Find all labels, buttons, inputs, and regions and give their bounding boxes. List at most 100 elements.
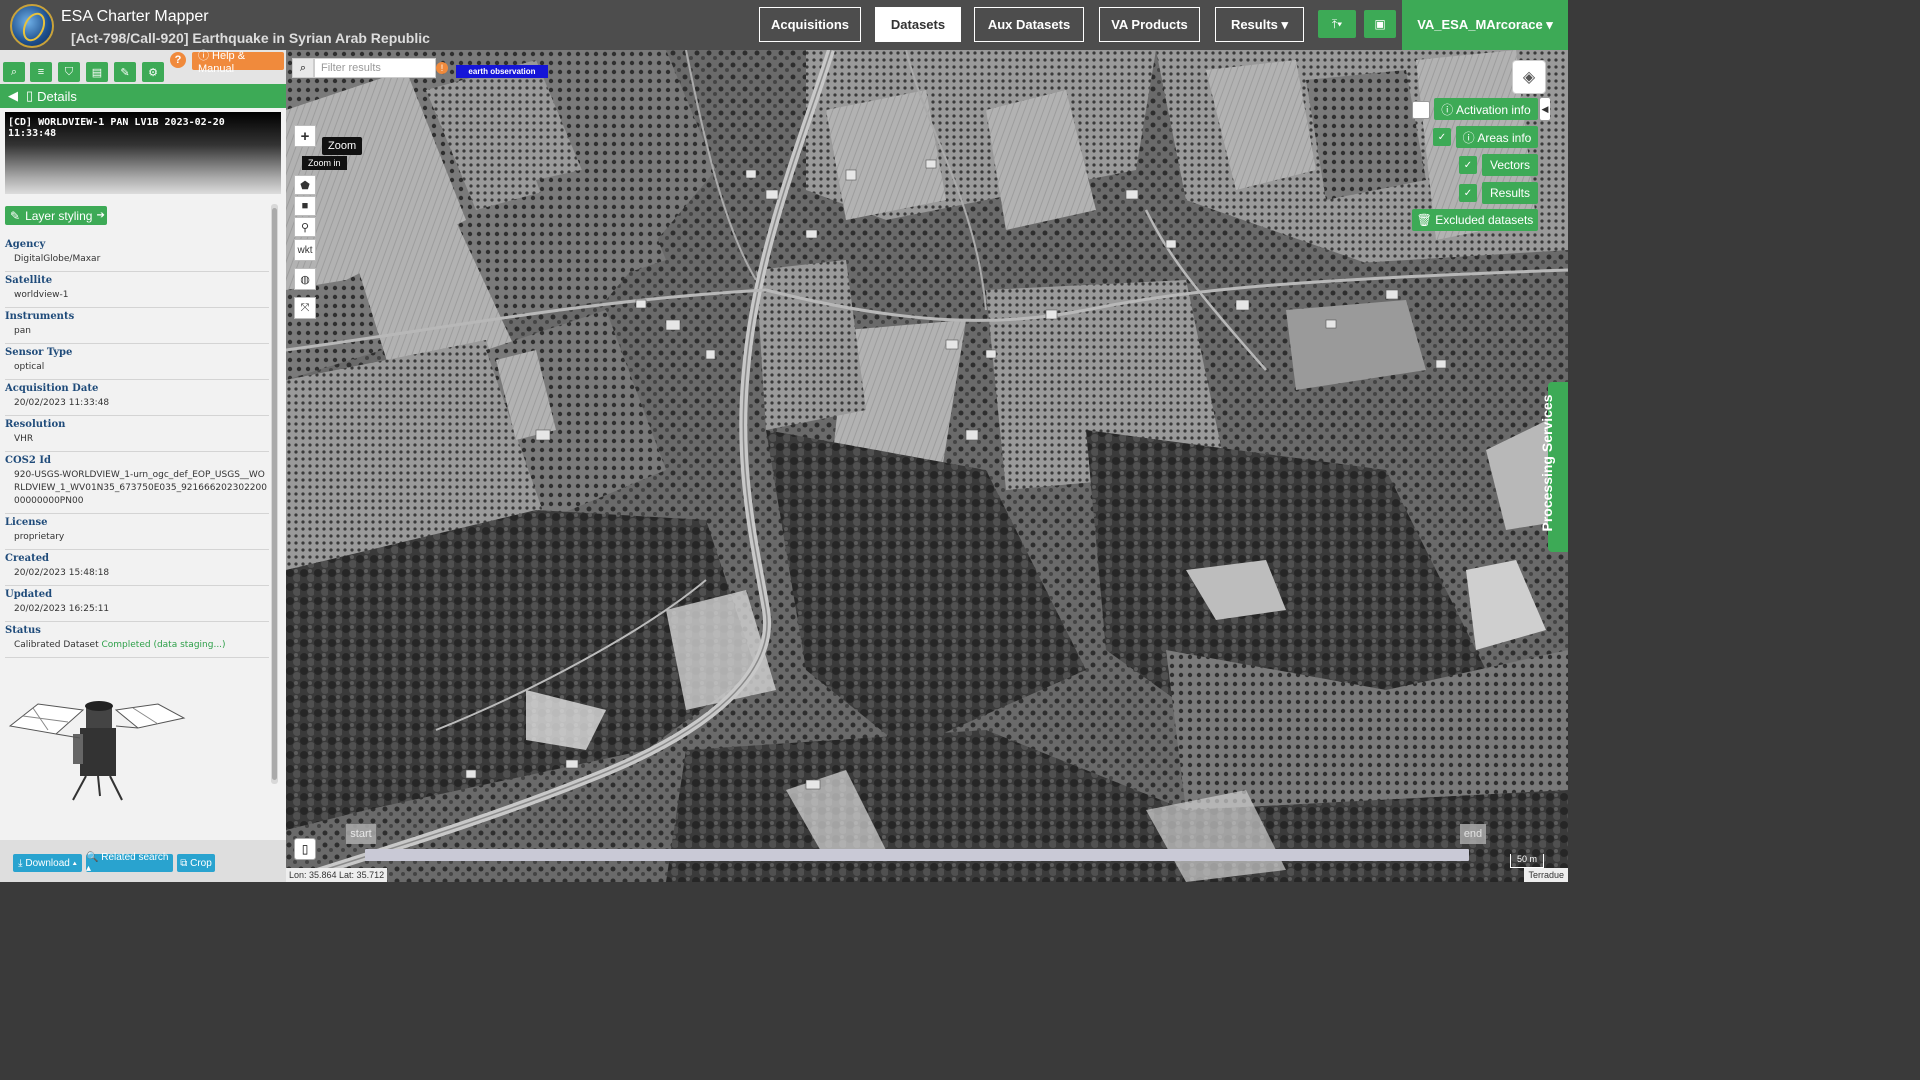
briefcase-icon: ▣: [1374, 17, 1386, 31]
layer-styling-button[interactable]: ✎ Layer styling ➔: [5, 206, 107, 225]
upload-icon: ⤒▾: [1331, 16, 1343, 31]
results-check[interactable]: ✓: [1459, 184, 1477, 202]
property-row: Status Calibrated Dataset Completed (data…: [5, 622, 269, 658]
chevron-left-icon[interactable]: ◀: [8, 88, 18, 104]
status-badge: Completed (data staging...): [101, 640, 226, 650]
areas-info-check[interactable]: ✓: [1433, 128, 1451, 146]
layer-styling-label: Layer styling: [25, 208, 93, 223]
activation-title: [Act-798/Call-920] Earthquake in Syrian …: [71, 30, 430, 46]
details-label: Details: [37, 88, 77, 104]
app-logo[interactable]: [10, 4, 54, 48]
layers-icon[interactable]: ◈: [1512, 60, 1546, 94]
upload-button[interactable]: ⤒▾: [1318, 10, 1356, 38]
zoom-in-button[interactable]: +: [294, 125, 316, 147]
property-key: Satellite: [5, 275, 53, 286]
panel-toolbar: ⌕ ≡ ⛉ ▤ ✎ ⚙ ? ⓘ Help & Manual: [0, 50, 286, 84]
wkt-button[interactable]: wkt: [294, 239, 316, 261]
top-header: ESA Charter Mapper [Act-798/Call-920] Ea…: [0, 0, 1568, 50]
help-manual-button[interactable]: ⓘ Help & Manual: [192, 50, 284, 75]
related-search-button[interactable]: 🔍 Related search ▴: [86, 852, 173, 874]
activation-info-button[interactable]: ⓘ Activation info: [1434, 98, 1538, 120]
property-row: Sensor Type optical: [5, 344, 269, 380]
property-value: DigitalGlobe/Maxar: [14, 254, 101, 264]
nav-datasets[interactable]: Datasets: [875, 7, 961, 42]
filter-alert-icon[interactable]: !: [436, 62, 448, 74]
filter-search-icon[interactable]: ⌕: [292, 58, 314, 78]
nav-acquisitions[interactable]: Acquisitions: [759, 7, 861, 42]
fullscreen-icon[interactable]: ⤧: [294, 297, 316, 319]
property-value: Calibrated Dataset Completed (data stagi…: [5, 639, 269, 652]
rectangle-icon[interactable]: ■: [294, 196, 316, 216]
nav-results[interactable]: Results ▾: [1215, 7, 1304, 42]
areas-info-button[interactable]: ⓘ Areas info: [1456, 126, 1538, 148]
legend-toggle-button[interactable]: ▯: [294, 838, 316, 860]
property-key: Agency: [5, 239, 46, 250]
property-key: COS2 Id: [5, 455, 52, 466]
filter-results-input[interactable]: Filter results: [314, 58, 436, 78]
property-row: Created 20/02/2023 15:48:18: [5, 550, 269, 586]
property-key: Acquisition Date: [5, 383, 99, 394]
processing-services-label: Processing Services: [1539, 394, 1555, 532]
help-question-button[interactable]: ?: [170, 52, 186, 68]
nav-va-products[interactable]: VA Products: [1099, 7, 1200, 42]
property-value: 20/02/2023 15:48:18: [14, 568, 110, 578]
list-icon[interactable]: ≡: [30, 62, 52, 82]
coordinates-readout: Lon: 35.864 Lat: 35.712: [286, 868, 388, 882]
satellite-imagery: [286, 50, 1568, 882]
basket-icon[interactable]: ⛉: [58, 62, 80, 82]
property-key: Updated: [5, 589, 53, 600]
marker-icon[interactable]: ⚲: [294, 217, 316, 237]
property-row: Instruments pan: [5, 308, 269, 344]
property-key: Status: [5, 625, 41, 636]
property-value: worldview-1: [14, 290, 69, 300]
crop-button[interactable]: ⧉ Crop: [177, 854, 215, 872]
preview-title: [CD] WORLDVIEW-1 PAN LV1B 2023-02-20 11:…: [8, 117, 225, 139]
excluded-datasets-button[interactable]: 🗑 Excluded datasets: [1412, 209, 1538, 231]
pencil-icon[interactable]: ✎: [114, 62, 136, 82]
polygon-icon[interactable]: ⬟: [294, 175, 316, 195]
vectors-button[interactable]: Vectors: [1482, 154, 1538, 176]
map-view[interactable]: ⌕ Filter results ! earth observation + Z…: [286, 50, 1568, 882]
archive-icon[interactable]: ▤: [86, 62, 108, 82]
status-text: Calibrated Dataset: [14, 640, 99, 650]
property-key: Created: [5, 553, 50, 564]
activation-info-checkbox[interactable]: [1412, 101, 1430, 119]
property-row: COS2 Id 920-USGS-WORLDVIEW_1-urn_ogc_def_…: [5, 452, 269, 514]
brush-icon: ✎: [10, 208, 21, 223]
property-value: VHR: [14, 434, 34, 444]
property-row: License proprietary: [5, 514, 269, 550]
nav-aux-datasets[interactable]: Aux Datasets: [974, 7, 1084, 42]
timeline-start-label: start: [346, 824, 376, 844]
chevron-left-icon[interactable]: ◀: [1540, 98, 1550, 120]
satellite-icon: [8, 701, 186, 801]
vectors-check[interactable]: ✓: [1459, 156, 1477, 174]
property-row: Agency DigitalGlobe/Maxar: [5, 236, 269, 272]
timeline-bar[interactable]: [365, 849, 1469, 861]
zoom-tooltip: Zoom: [322, 137, 363, 155]
property-value: 920-USGS-WORLDVIEW_1-urn_ogc_def_EOP_USG…: [14, 470, 267, 506]
property-row: Resolution VHR: [5, 416, 269, 452]
left-panel: ⌕ ≡ ⛉ ▤ ✎ ⚙ ? ⓘ Help & Manual ◀ ▯ Detail…: [0, 50, 286, 882]
app-root: ESA Charter Mapper [Act-798/Call-920] Ea…: [0, 0, 1568, 882]
property-key: Sensor Type: [5, 347, 73, 358]
property-value: proprietary: [14, 532, 65, 542]
tag-earth-observation[interactable]: earth observation: [456, 65, 548, 78]
download-button[interactable]: ⤓ Download ▴: [13, 854, 82, 872]
briefcase-button[interactable]: ▣: [1364, 10, 1396, 38]
zoom-in-tooltip: Zoom in: [302, 156, 347, 170]
scrollbar-thumb[interactable]: [272, 208, 277, 780]
details-header[interactable]: ◀ ▯ Details: [0, 84, 286, 108]
attribution: Terradue: [1524, 868, 1568, 882]
property-value: optical: [14, 362, 45, 372]
property-row: Updated 20/02/2023 16:25:11: [5, 586, 269, 622]
results-button[interactable]: Results: [1482, 182, 1538, 204]
timeline-end-label: end: [1460, 824, 1486, 844]
dataset-preview: [CD] WORLDVIEW-1 PAN LV1B 2023-02-20 11:…: [5, 112, 281, 194]
globe-icon[interactable]: ◍: [294, 268, 316, 290]
document-icon: ▯: [26, 88, 34, 103]
properties-list: Agency DigitalGlobe/Maxar Satellite worldv…: [5, 236, 269, 658]
gear-icon[interactable]: ⚙: [142, 62, 164, 82]
user-menu[interactable]: VA_ESA_MArcorace ▾: [1402, 0, 1568, 50]
search-icon[interactable]: ⌕: [3, 62, 25, 82]
chevron-right-icon: ➔: [96, 210, 105, 221]
